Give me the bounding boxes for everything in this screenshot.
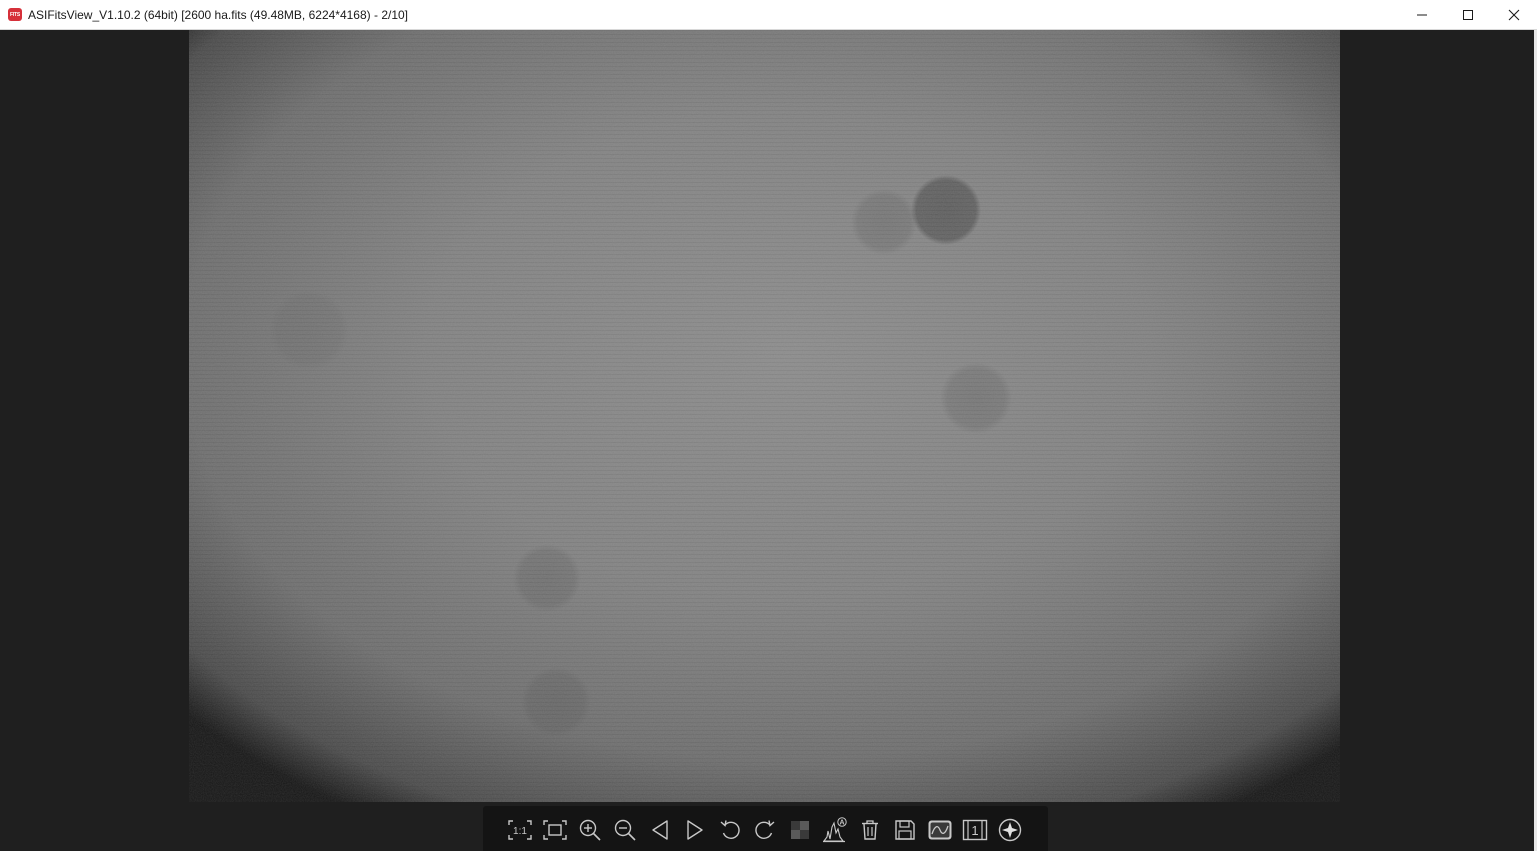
fit-window-icon bbox=[543, 820, 567, 840]
debayer-button[interactable] bbox=[786, 817, 814, 843]
fits-image-canvas bbox=[189, 30, 1340, 802]
zoom-out-icon bbox=[614, 819, 636, 841]
app-window: FITS ASIFitsView_V1.10.2 (64bit) [2600 h… bbox=[0, 0, 1537, 851]
rotate-right-icon bbox=[755, 820, 775, 839]
previous-icon bbox=[652, 820, 668, 840]
close-button[interactable] bbox=[1491, 0, 1537, 29]
histogram-button[interactable]: A bbox=[821, 817, 849, 843]
stretch-icon bbox=[928, 820, 952, 840]
debayer-icon bbox=[791, 821, 809, 839]
svg-text:1:1: 1:1 bbox=[513, 826, 527, 837]
rotate-right-button[interactable] bbox=[751, 817, 779, 843]
save-icon bbox=[895, 820, 915, 840]
previous-image-button[interactable] bbox=[646, 817, 674, 843]
actual-size-icon: 1:1 bbox=[508, 820, 532, 840]
svg-text:A: A bbox=[839, 820, 844, 827]
zoom-out-button[interactable] bbox=[611, 817, 639, 843]
window-title: ASIFitsView_V1.10.2 (64bit) [2600 ha.fit… bbox=[28, 7, 409, 22]
delete-icon bbox=[862, 820, 878, 840]
svg-text:1: 1 bbox=[971, 823, 978, 838]
window-controls bbox=[1399, 0, 1537, 29]
star-button[interactable] bbox=[996, 817, 1024, 843]
close-icon bbox=[1508, 9, 1520, 20]
stretch-button[interactable] bbox=[926, 817, 954, 843]
header-info-icon: 1 bbox=[962, 819, 988, 841]
minimize-button[interactable] bbox=[1399, 0, 1445, 29]
maximize-button[interactable] bbox=[1445, 0, 1491, 29]
delete-button[interactable] bbox=[856, 817, 884, 843]
maximize-icon bbox=[1463, 9, 1473, 20]
rotate-left-icon bbox=[720, 820, 740, 839]
app-icon: FITS bbox=[8, 8, 22, 21]
rotate-left-button[interactable] bbox=[716, 817, 744, 843]
next-image-button[interactable] bbox=[681, 817, 709, 843]
fits-image[interactable] bbox=[189, 30, 1340, 802]
minimize-icon bbox=[1417, 14, 1427, 15]
zoom-in-icon bbox=[579, 819, 601, 841]
image-toolbar: 1:1 A 1 bbox=[483, 806, 1048, 851]
header-info-button[interactable]: 1 bbox=[961, 817, 989, 843]
save-button[interactable] bbox=[891, 817, 919, 843]
zoom-in-button[interactable] bbox=[576, 817, 604, 843]
fit-window-button[interactable] bbox=[541, 817, 569, 843]
next-icon bbox=[687, 820, 703, 840]
actual-size-button[interactable]: 1:1 bbox=[506, 817, 534, 843]
histogram-icon: A bbox=[822, 817, 847, 843]
star-icon bbox=[998, 818, 1022, 842]
title-bar[interactable]: FITS ASIFitsView_V1.10.2 (64bit) [2600 h… bbox=[0, 0, 1537, 30]
